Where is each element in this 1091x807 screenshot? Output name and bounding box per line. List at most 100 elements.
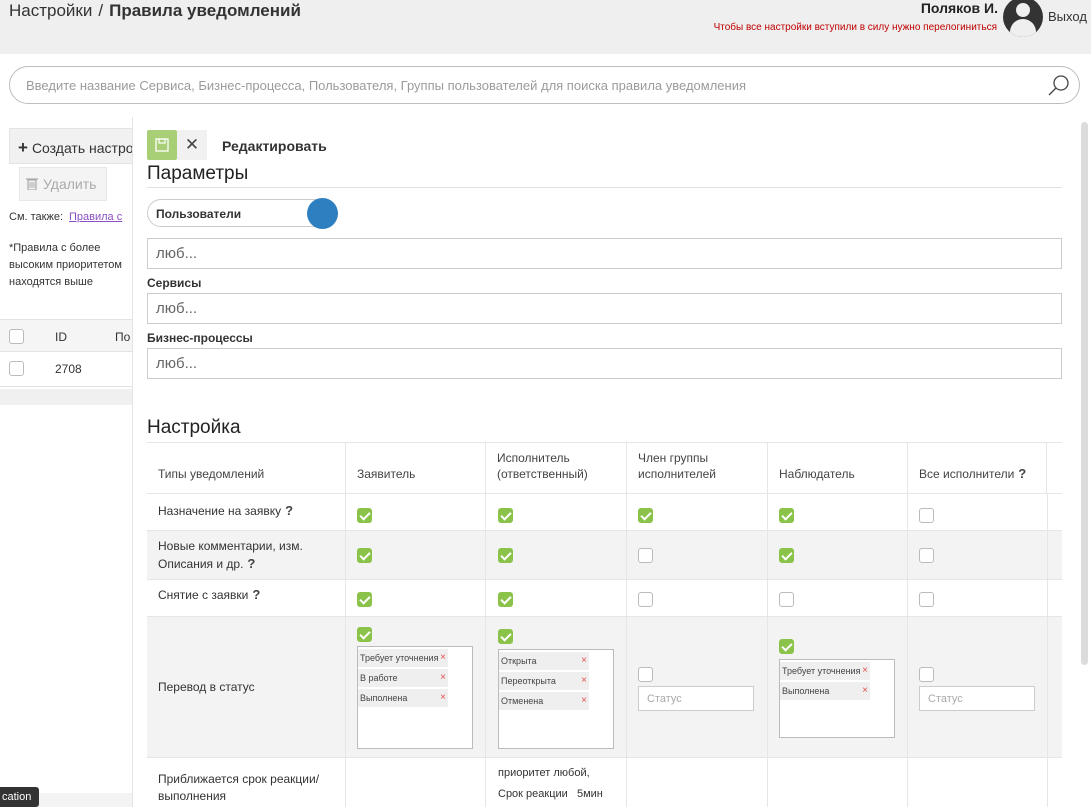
checkbox-all-executors[interactable] <box>919 508 934 523</box>
row-checkbox[interactable] <box>9 361 24 376</box>
status-tag: Переоткрыта × <box>499 672 589 690</box>
remove-icon[interactable]: × <box>440 652 446 664</box>
create-rule-button[interactable]: + Создать настро <box>9 128 132 164</box>
observer-status-list[interactable]: Требует уточнения × Выполнена × <box>779 659 895 738</box>
remove-icon[interactable]: × <box>581 695 587 707</box>
status-tag: Требует уточнения × <box>780 662 870 680</box>
remove-icon[interactable]: × <box>440 692 446 704</box>
divider <box>147 187 1062 188</box>
checkbox-applicant[interactable] <box>357 508 372 523</box>
edit-label: Редактировать <box>222 138 327 154</box>
see-also-label: См. также: <box>9 211 63 223</box>
deadline-reaction: Срок реакции 5мин <box>498 788 603 800</box>
checkbox-executor[interactable] <box>498 629 513 644</box>
remove-icon[interactable]: × <box>581 655 587 667</box>
checkbox-group-member[interactable] <box>638 667 653 682</box>
table-row[interactable]: 2708 <box>0 352 132 387</box>
users-toggle[interactable]: Пользователи <box>147 198 338 229</box>
logout-link[interactable]: Выход <box>1048 9 1087 24</box>
all-executors-status-input[interactable]: Статус <box>919 686 1035 711</box>
search-icon[interactable] <box>1047 74 1071 98</box>
checkbox-executor[interactable] <box>498 508 513 523</box>
save-button[interactable] <box>147 130 177 160</box>
checkbox-observer[interactable] <box>779 592 794 607</box>
checkbox-applicant[interactable] <box>357 627 372 642</box>
column-user[interactable]: По <box>115 330 130 344</box>
status-tag: Выполнена × <box>780 682 870 700</box>
row-label: Снятие с заявки? <box>158 587 261 602</box>
column-divider <box>485 494 486 807</box>
table-row: Перевод в статус Требует уточнения × В ра… <box>147 617 1062 758</box>
delete-rule-button[interactable]: Удалить <box>19 167 107 201</box>
column-divider <box>345 494 346 807</box>
avatar-icon[interactable] <box>1003 0 1043 37</box>
checkbox-executor[interactable] <box>498 592 513 607</box>
services-label: Сервисы <box>147 276 202 290</box>
rules-list-panel: + Создать настро Удалить См. также: Правил… <box>0 117 133 807</box>
checkbox-group-member[interactable] <box>638 592 653 607</box>
column-observer: Наблюдатель <box>779 467 855 481</box>
setup-title: Настройка <box>147 417 241 438</box>
help-icon[interactable]: ? <box>252 587 260 602</box>
checkbox-executor[interactable] <box>498 548 513 563</box>
users-toggle-label: Пользователи <box>156 207 242 221</box>
table-footer <box>0 389 132 405</box>
see-also-link[interactable]: Правила с <box>69 211 122 223</box>
row-label: Перевод в статус <box>158 680 255 694</box>
column-all-executors: Все исполнители? <box>919 466 1026 482</box>
column-executor: Исполнитель (ответственный) <box>497 451 588 481</box>
see-also: См. также: Правила с <box>9 211 122 223</box>
toggle-knob[interactable] <box>307 198 338 229</box>
breadcrumb-root[interactable]: Настройки <box>9 1 92 20</box>
group-member-status-input[interactable]: Статус <box>638 686 754 711</box>
rule-search-input[interactable] <box>26 76 1006 94</box>
remove-icon[interactable]: × <box>862 665 868 677</box>
services-input[interactable] <box>156 300 1036 317</box>
rule-editor: ✕ Редактировать Параметры Пользователи С… <box>134 117 1091 807</box>
select-all-checkbox[interactable] <box>9 329 24 344</box>
checkbox-all-executors[interactable] <box>919 667 934 682</box>
applicant-status-list[interactable]: Требует уточнения × В работе × Выполнена × <box>357 646 473 749</box>
column-divider <box>1047 494 1048 807</box>
users-input[interactable] <box>156 245 1036 262</box>
status-tag: Отменена × <box>499 692 589 710</box>
checkbox-observer[interactable] <box>779 548 794 563</box>
delete-rule-label: Удалить <box>43 176 97 192</box>
floppy-icon <box>155 138 169 152</box>
checkbox-applicant[interactable] <box>357 592 372 607</box>
checkbox-all-executors[interactable] <box>919 548 934 563</box>
checkbox-observer[interactable] <box>779 508 794 523</box>
checkbox-observer[interactable] <box>779 639 794 654</box>
column-divider <box>626 494 627 807</box>
rule-search <box>9 66 1080 104</box>
status-tag: Открыта × <box>499 652 589 670</box>
table-row: Новые комментарии, изм. Описания и др.? <box>147 531 1062 580</box>
help-icon[interactable]: ? <box>247 556 255 571</box>
status-tag: В работе × <box>358 669 448 687</box>
row-label: Новые комментарии, изм. Описания и др.? <box>158 539 303 571</box>
relogin-notice: Чтобы все настройки вступили в силу нужн… <box>713 22 997 33</box>
column-applicant: Заявитель <box>357 467 416 481</box>
executor-status-list[interactable]: Открыта × Переоткрыта × Отменена × <box>498 649 614 749</box>
column-types: Типы уведомлений <box>158 467 265 481</box>
checkbox-group-member[interactable] <box>638 548 653 563</box>
help-icon[interactable]: ? <box>1018 466 1026 481</box>
bp-input[interactable] <box>156 355 1036 372</box>
cancel-button[interactable]: ✕ <box>177 130 207 160</box>
scrollbar[interactable] <box>1081 122 1088 665</box>
remove-icon[interactable]: × <box>440 672 446 684</box>
users-field <box>147 238 1062 269</box>
remove-icon[interactable]: × <box>581 675 587 687</box>
checkbox-group-member[interactable] <box>638 508 653 523</box>
checkbox-applicant[interactable] <box>357 548 372 563</box>
top-bar: Настройки / Правила уведомлений Поляков И.… <box>0 0 1091 54</box>
column-id[interactable]: ID <box>55 330 67 344</box>
status-tag: Выполнена × <box>358 689 448 707</box>
plus-icon: + <box>18 138 28 157</box>
checkbox-all-executors[interactable] <box>919 592 934 607</box>
table-row: Снятие с заявки? <box>147 580 1062 617</box>
user-name: Поляков И. <box>920 0 998 16</box>
help-icon[interactable]: ? <box>285 503 293 518</box>
remove-icon[interactable]: × <box>862 685 868 697</box>
column-divider <box>907 494 908 807</box>
